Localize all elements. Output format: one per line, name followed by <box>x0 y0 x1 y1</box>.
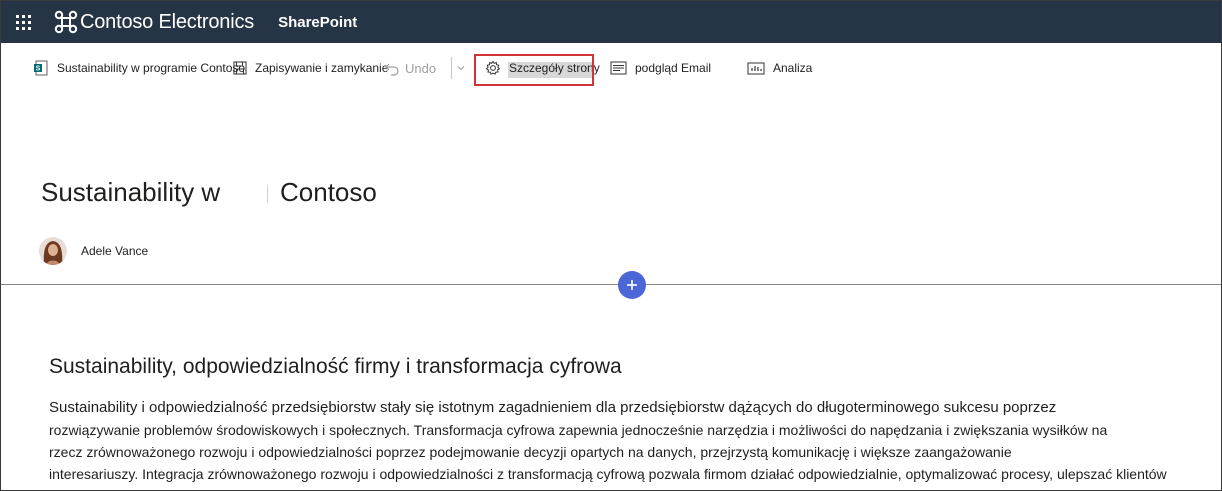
email-preview-button[interactable]: podgląd Email <box>610 51 711 85</box>
undo-button[interactable]: Undo <box>384 51 436 85</box>
chevron-down-icon <box>457 66 465 71</box>
email-preview-icon <box>610 61 627 75</box>
author-name: Adele Vance <box>81 244 149 258</box>
sharepoint-page-editor: Contoso Electronics SharePoint S Sustain… <box>0 0 1222 491</box>
analytics-icon <box>747 62 765 74</box>
waffle-icon <box>15 14 31 30</box>
page-name-button[interactable]: S Sustainability w programie Contoso <box>33 51 245 85</box>
analytics-button[interactable]: Analiza <box>747 51 812 85</box>
paragraph-line: rzecz zrównoważonego rozwoju i odpowiedz… <box>49 444 1012 460</box>
page-details-highlight <box>474 54 594 86</box>
paragraph-line: Sustainability i odpowiedzialność przeds… <box>49 399 1057 416</box>
app-name-link[interactable]: SharePoint <box>278 14 357 31</box>
app-launcher-button[interactable] <box>4 3 42 41</box>
content-heading[interactable]: Sustainability, odpowiedzialność firmy i… <box>49 355 622 379</box>
command-separator <box>451 57 452 79</box>
paragraph-line: rozwiązywanie problemów środowiskowych i… <box>49 422 1108 438</box>
save-and-close-label: Zapisywanie i zamykanie <box>255 61 389 75</box>
undo-icon <box>385 63 399 76</box>
add-section-button[interactable] <box>618 271 646 299</box>
svg-text:S: S <box>36 66 41 73</box>
brand-name: Contoso Electronics <box>80 10 255 33</box>
avatar <box>39 237 67 265</box>
content-paragraph[interactable]: Sustainability i odpowiedzialność przeds… <box>49 397 1179 485</box>
undo-dropdown-button[interactable] <box>456 51 466 85</box>
section-divider <box>1 284 1221 285</box>
save-icon <box>233 61 247 75</box>
email-preview-label: podgląd Email <box>635 61 712 75</box>
paragraph-line: interesariuszy. Integracja zrównoważoneg… <box>49 466 1167 482</box>
text-caret <box>267 185 268 203</box>
command-bar: S Sustainability w programie Contoso Zap… <box>1 51 1221 85</box>
save-and-close-button[interactable]: Zapisywanie i zamykanie <box>233 51 388 85</box>
undo-label: Undo <box>405 60 437 76</box>
page-name-label: Sustainability w programie Contoso <box>57 61 246 75</box>
sharepoint-page-icon: S <box>34 60 48 76</box>
contoso-logo-icon <box>54 10 78 34</box>
suite-bar: Contoso Electronics SharePoint <box>1 1 1221 43</box>
page-title-part2[interactable]: Contoso <box>280 177 377 208</box>
analytics-label: Analiza <box>773 61 813 75</box>
plus-icon <box>627 280 637 290</box>
brand-link[interactable]: Contoso Electronics <box>54 10 254 34</box>
page-title-part1[interactable]: Sustainability w <box>41 177 220 208</box>
author-byline[interactable]: Adele Vance <box>39 237 148 265</box>
